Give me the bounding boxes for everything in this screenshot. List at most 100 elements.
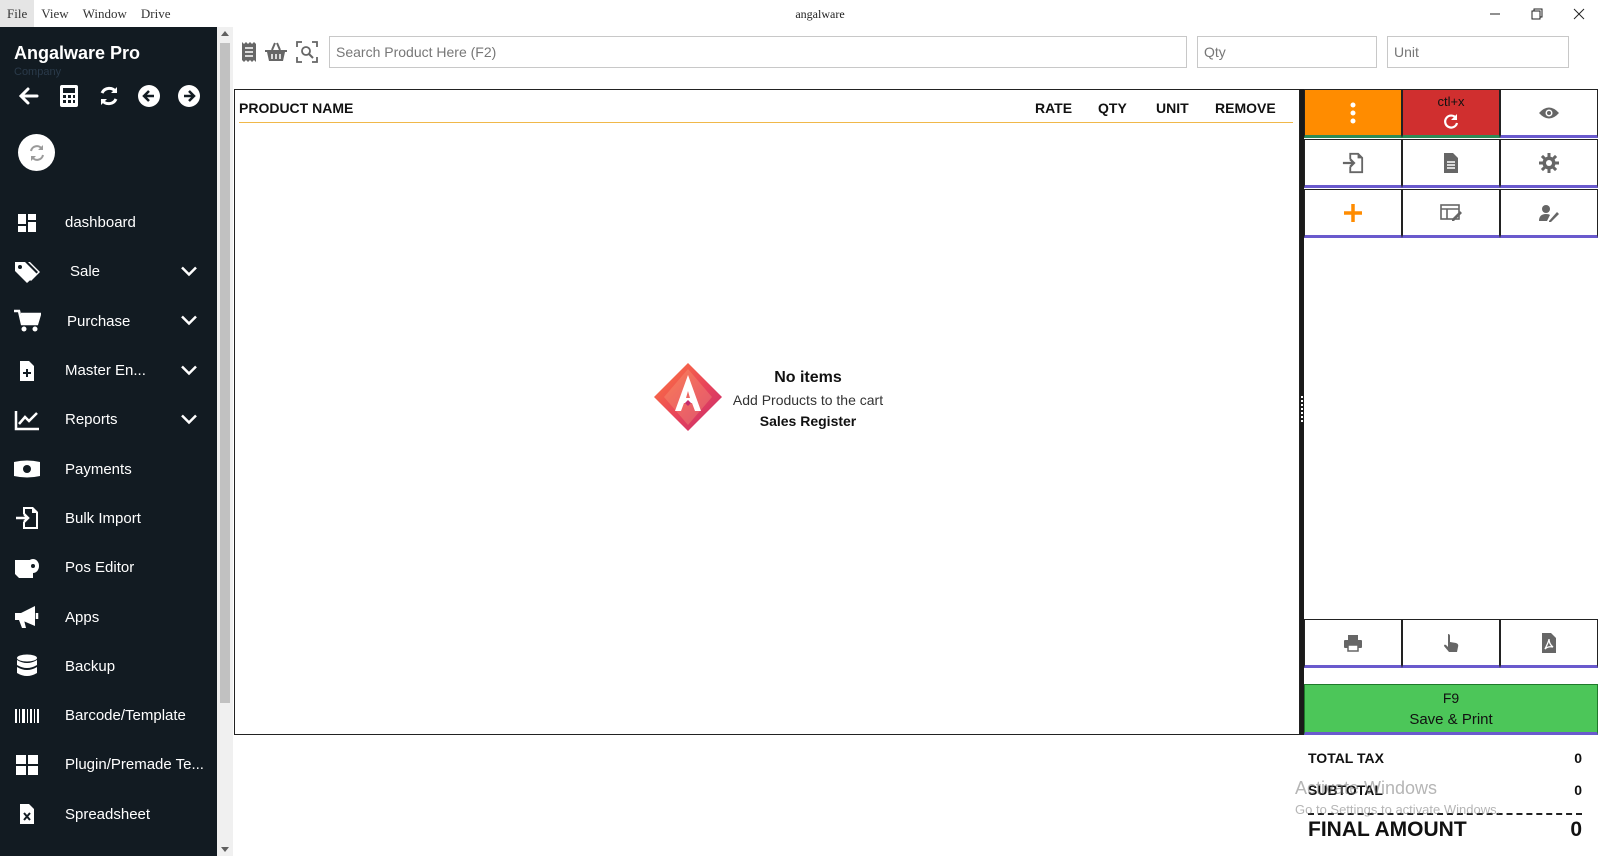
sidebar-item-master-entry[interactable]: Master En... [0,346,217,395]
sidebar-item-apps[interactable]: Apps [0,592,217,641]
save-print-button[interactable]: F9 Save & Print [1304,684,1598,735]
pdf-button[interactable] [1500,619,1598,668]
sidebar-item-label: Apps [65,608,100,626]
cart-icon [13,308,41,334]
add-button[interactable] [1304,189,1402,238]
refresh-icon[interactable] [96,83,122,109]
total-tax-row: TOTAL TAX 0 [1308,750,1582,766]
more-vertical-icon [1350,102,1356,123]
database-icon [13,653,41,679]
sidebar-item-pos-editor[interactable]: Pos Editor [0,543,217,592]
arrow-left-circle-icon[interactable] [136,83,162,109]
sidebar-item-label: Payments [65,460,132,478]
basket-icon[interactable] [264,40,288,64]
settings-button[interactable] [1500,139,1598,188]
megaphone-icon [13,604,41,630]
reset-cart-button[interactable]: ctl+x [1402,89,1500,138]
sidebar-item-label: Purchase [67,312,131,330]
import-icon [13,505,41,531]
title-bar: File View Window Drive angalware [0,0,1598,27]
sidebar-item-label: Bulk Import [65,509,141,527]
scrollbar-thumb[interactable] [220,43,230,703]
hand-pointer-icon [1444,633,1459,652]
minimize-icon [1490,13,1500,14]
receipt-roll-icon [13,555,41,581]
chevron-down-icon[interactable] [180,313,198,330]
printer-icon [1344,634,1362,652]
sidebar-item-label: Reports [65,411,118,429]
document-button[interactable] [1402,139,1500,188]
import-button[interactable] [1304,139,1402,188]
sidebar-item-backup[interactable]: Backup [0,642,217,691]
restore-button[interactable] [1516,0,1558,27]
column-rate: RATE [1035,100,1073,116]
sidebar-item-payments[interactable]: Payments [0,444,217,493]
sidebar-item-spreadsheet[interactable]: Spreadsheet [0,790,217,839]
sidebar-item-label: Sale [70,263,101,281]
sync-icon [29,144,44,161]
window-title: angalware [795,7,845,21]
preview-button[interactable] [1500,89,1598,138]
chart-line-icon [13,407,41,433]
dashboard-icon [13,210,41,236]
file-import-icon [1342,152,1364,173]
sidebar-item-plugin-premade[interactable]: Plugin/Premade Te... [0,740,217,789]
sidebar-item-sale[interactable]: Sale [0,247,217,296]
calculator-icon[interactable] [56,83,82,109]
qty-input[interactable] [1197,36,1377,68]
close-button[interactable] [1558,0,1598,27]
column-product-name: PRODUCT NAME [239,100,354,116]
save-label: Save & Print [1409,710,1493,728]
activation-watermark-title: Activate Windows [1295,778,1438,798]
file-plus-icon [13,358,41,384]
sidebar-item-label: Barcode/Template [65,707,186,725]
money-icon [13,456,41,482]
scroll-up-icon[interactable] [221,31,229,36]
search-product-input[interactable] [329,36,1187,68]
total-tax-label: TOTAL TAX [1308,750,1384,766]
eye-icon [1539,107,1559,118]
brand-title: Angalware Pro [14,43,141,63]
chevron-down-icon[interactable] [180,411,198,428]
plus-icon [1344,203,1362,222]
restore-icon [1531,8,1543,19]
receipt-icon[interactable] [237,40,261,64]
chevron-down-icon[interactable] [180,263,198,280]
barcode-icon [13,703,41,729]
close-icon [1573,8,1585,19]
cart-header: PRODUCT NAME RATE QTY UNIT REMOVE [239,90,1293,123]
print-button[interactable] [1304,619,1402,668]
sync-button[interactable] [18,134,55,171]
sidebar-scrollbar[interactable] [217,27,233,856]
unit-input[interactable] [1387,36,1569,68]
empty-title: No items [774,369,842,386]
splitter-grip[interactable] [1301,396,1303,424]
minimize-button[interactable] [1474,0,1516,27]
final-amount-row: FINAL AMOUNT 0 [1308,818,1582,842]
sidebar-item-purchase[interactable]: Purchase [0,297,217,346]
arrow-right-circle-icon[interactable] [176,83,202,109]
action-panel: ctl+x F9 Save & Print [1304,89,1598,735]
column-qty: QTY [1098,100,1127,116]
scroll-down-icon[interactable] [221,847,229,852]
empty-state: No items Add Products to the cart Sales … [652,361,912,441]
chevron-down-icon[interactable] [180,362,198,379]
tags-icon [13,259,41,285]
back-arrow-icon[interactable] [16,83,42,109]
edit-table-button[interactable] [1402,189,1500,238]
activation-watermark-subtitle: Go to Settings to activate Windows. [1295,802,1501,817]
touch-button[interactable] [1402,619,1500,668]
barcode-scan-icon[interactable] [295,40,319,64]
sidebar-item-label: Plugin/Premade Te... [65,756,204,774]
sidebar-item-label: Spreadsheet [65,805,151,823]
sidebar-item-reports[interactable]: Reports [0,395,217,444]
edit-customer-button[interactable] [1500,189,1598,238]
sidebar-item-barcode-template[interactable]: Barcode/Template [0,691,217,740]
document-icon [1444,152,1458,173]
sidebar-item-bulk-import[interactable]: Bulk Import [0,494,217,543]
sidebar-item-label: Pos Editor [65,559,135,577]
sidebar-toolbar [16,83,202,109]
sidebar: Angalware Pro Company dashboard Sale Pur… [0,27,217,856]
more-options-button[interactable] [1304,89,1402,138]
sidebar-item-dashboard[interactable]: dashboard [0,198,217,247]
